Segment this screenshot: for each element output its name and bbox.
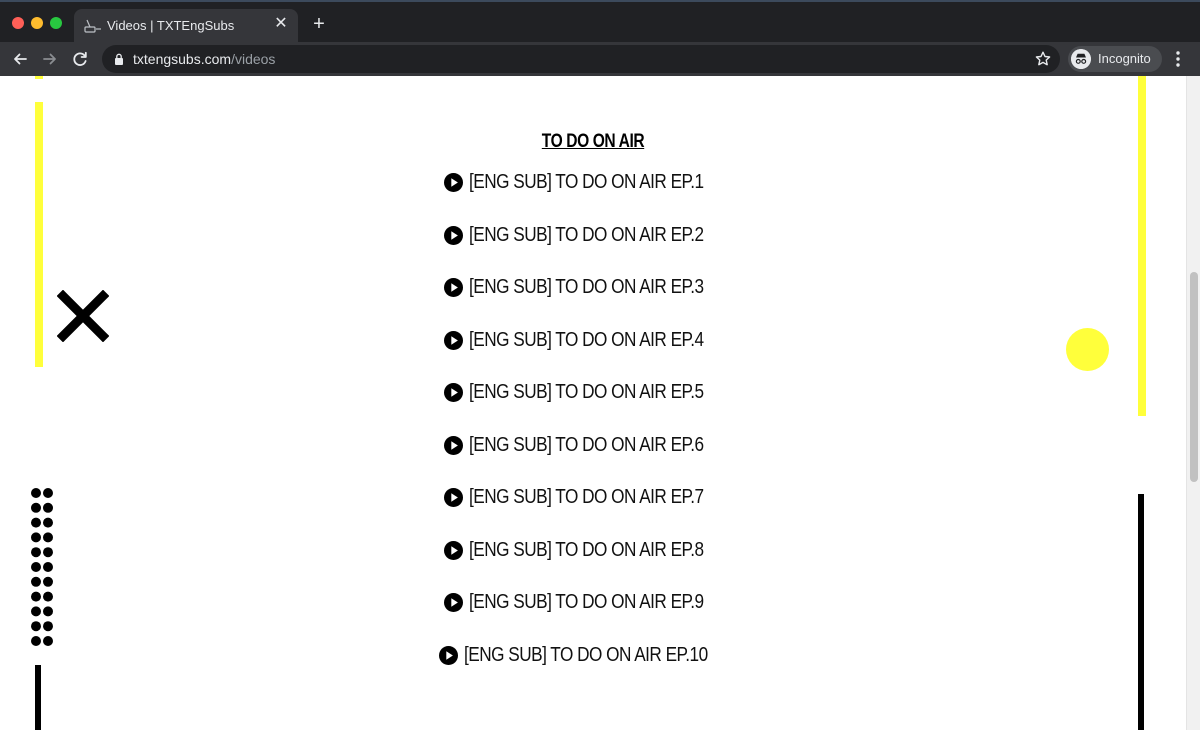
address-bar[interactable]: txtengsubs.com/videos bbox=[102, 45, 1060, 73]
browser-toolbar: txtengsubs.com/videos Incognito bbox=[0, 42, 1200, 76]
episode-list-item: [ENG SUB] TO DO ON AIR EP.7 bbox=[0, 486, 1186, 539]
page-content: TO DO ON AIR [ENG SUB] TO DO ON AIR EP.1… bbox=[0, 76, 1200, 730]
episode-label: [ENG SUB] TO DO ON AIR EP.1 bbox=[469, 171, 704, 193]
play-icon bbox=[444, 383, 464, 402]
episode-list-item: [ENG SUB] TO DO ON AIR EP.4 bbox=[0, 329, 1186, 382]
incognito-label: Incognito bbox=[1098, 51, 1151, 66]
incognito-profile-button[interactable]: Incognito bbox=[1068, 46, 1162, 72]
episode-label: [ENG SUB] TO DO ON AIR EP.10 bbox=[463, 643, 708, 666]
episode-label: [ENG SUB] TO DO ON AIR EP.3 bbox=[469, 276, 704, 298]
episode-link[interactable]: [ENG SUB] TO DO ON AIR EP.10 bbox=[438, 643, 747, 667]
episode-link[interactable]: [ENG SUB] TO DO ON AIR EP.6 bbox=[444, 434, 742, 457]
tab-close-icon[interactable]: ✕ bbox=[272, 15, 290, 33]
tab-title: Videos | TXTEngSubs bbox=[107, 18, 235, 33]
new-tab-button[interactable]: + bbox=[308, 13, 330, 35]
close-window-button[interactable] bbox=[12, 17, 24, 29]
url-path: /videos bbox=[231, 51, 276, 67]
episode-label: [ENG SUB] TO DO ON AIR EP.5 bbox=[469, 381, 704, 403]
play-icon bbox=[444, 173, 464, 192]
url-text: txtengsubs.com/videos bbox=[133, 51, 275, 67]
episode-link[interactable]: [ENG SUB] TO DO ON AIR EP.8 bbox=[444, 539, 742, 562]
episode-label: [ENG SUB] TO DO ON AIR EP.2 bbox=[469, 223, 704, 246]
play-icon bbox=[444, 225, 464, 245]
episode-link[interactable]: [ENG SUB] TO DO ON AIR EP.1 bbox=[444, 171, 742, 194]
episode-list-item: [ENG SUB] TO DO ON AIR EP.9 bbox=[0, 591, 1186, 644]
url-host: txtengsubs.com bbox=[133, 51, 232, 67]
yellow-stripe-decoration bbox=[35, 76, 43, 79]
episode-link[interactable]: [ENG SUB] TO DO ON AIR EP.7 bbox=[444, 486, 742, 509]
episode-label: [ENG SUB] TO DO ON AIR EP.8 bbox=[469, 538, 704, 561]
browser-tab-bar: Videos | TXTEngSubs ✕ + bbox=[0, 0, 1200, 44]
episode-label: [ENG SUB] TO DO ON AIR EP.6 bbox=[469, 433, 704, 456]
episode-list-item: [ENG SUB] TO DO ON AIR EP.3 bbox=[0, 276, 1186, 329]
play-icon bbox=[444, 330, 464, 350]
episode-link[interactable]: [ENG SUB] TO DO ON AIR EP.3 bbox=[444, 276, 742, 299]
play-icon bbox=[444, 593, 464, 612]
lock-icon[interactable] bbox=[114, 53, 124, 65]
episode-list-item: [ENG SUB] TO DO ON AIR EP.10 bbox=[0, 644, 1186, 697]
browser-tab-active[interactable]: Videos | TXTEngSubs ✕ bbox=[74, 9, 298, 44]
episode-list-item: [ENG SUB] TO DO ON AIR EP.1 bbox=[0, 171, 1186, 224]
episode-link[interactable]: [ENG SUB] TO DO ON AIR EP.9 bbox=[444, 591, 742, 614]
page-heading: TO DO ON AIR bbox=[541, 131, 645, 152]
more-menu-icon[interactable] bbox=[1170, 48, 1186, 70]
episode-label: [ENG SUB] TO DO ON AIR EP.9 bbox=[469, 591, 704, 613]
back-arrow-icon[interactable] bbox=[9, 48, 31, 70]
episode-list: [ENG SUB] TO DO ON AIR EP.1 [ENG SUB] TO … bbox=[0, 171, 1186, 696]
episode-link[interactable]: [ENG SUB] TO DO ON AIR EP.2 bbox=[444, 224, 742, 247]
episode-link[interactable]: [ENG SUB] TO DO ON AIR EP.4 bbox=[444, 329, 742, 352]
episode-list-item: [ENG SUB] TO DO ON AIR EP.8 bbox=[0, 539, 1186, 592]
incognito-icon bbox=[1071, 49, 1091, 69]
maximize-window-button[interactable] bbox=[50, 17, 62, 29]
episode-label: [ENG SUB] TO DO ON AIR EP.4 bbox=[469, 328, 704, 351]
scrollbar-thumb[interactable] bbox=[1190, 272, 1198, 482]
minimize-window-button[interactable] bbox=[31, 17, 43, 29]
play-icon bbox=[438, 645, 458, 665]
play-icon bbox=[444, 488, 464, 507]
episode-list-item: [ENG SUB] TO DO ON AIR EP.6 bbox=[0, 434, 1186, 487]
episode-label: [ENG SUB] TO DO ON AIR EP.7 bbox=[469, 486, 704, 508]
episode-link[interactable]: [ENG SUB] TO DO ON AIR EP.5 bbox=[444, 381, 742, 404]
site-favicon-icon bbox=[84, 19, 101, 33]
reload-icon[interactable] bbox=[69, 48, 91, 70]
episode-list-item: [ENG SUB] TO DO ON AIR EP.2 bbox=[0, 224, 1186, 277]
bookmark-star-icon[interactable] bbox=[1034, 50, 1052, 68]
page-scrollbar[interactable] bbox=[1186, 76, 1200, 730]
forward-arrow-icon[interactable] bbox=[39, 48, 61, 70]
play-icon bbox=[444, 435, 464, 455]
play-icon bbox=[444, 278, 464, 297]
episode-list-item: [ENG SUB] TO DO ON AIR EP.5 bbox=[0, 381, 1186, 434]
play-icon bbox=[444, 540, 464, 560]
